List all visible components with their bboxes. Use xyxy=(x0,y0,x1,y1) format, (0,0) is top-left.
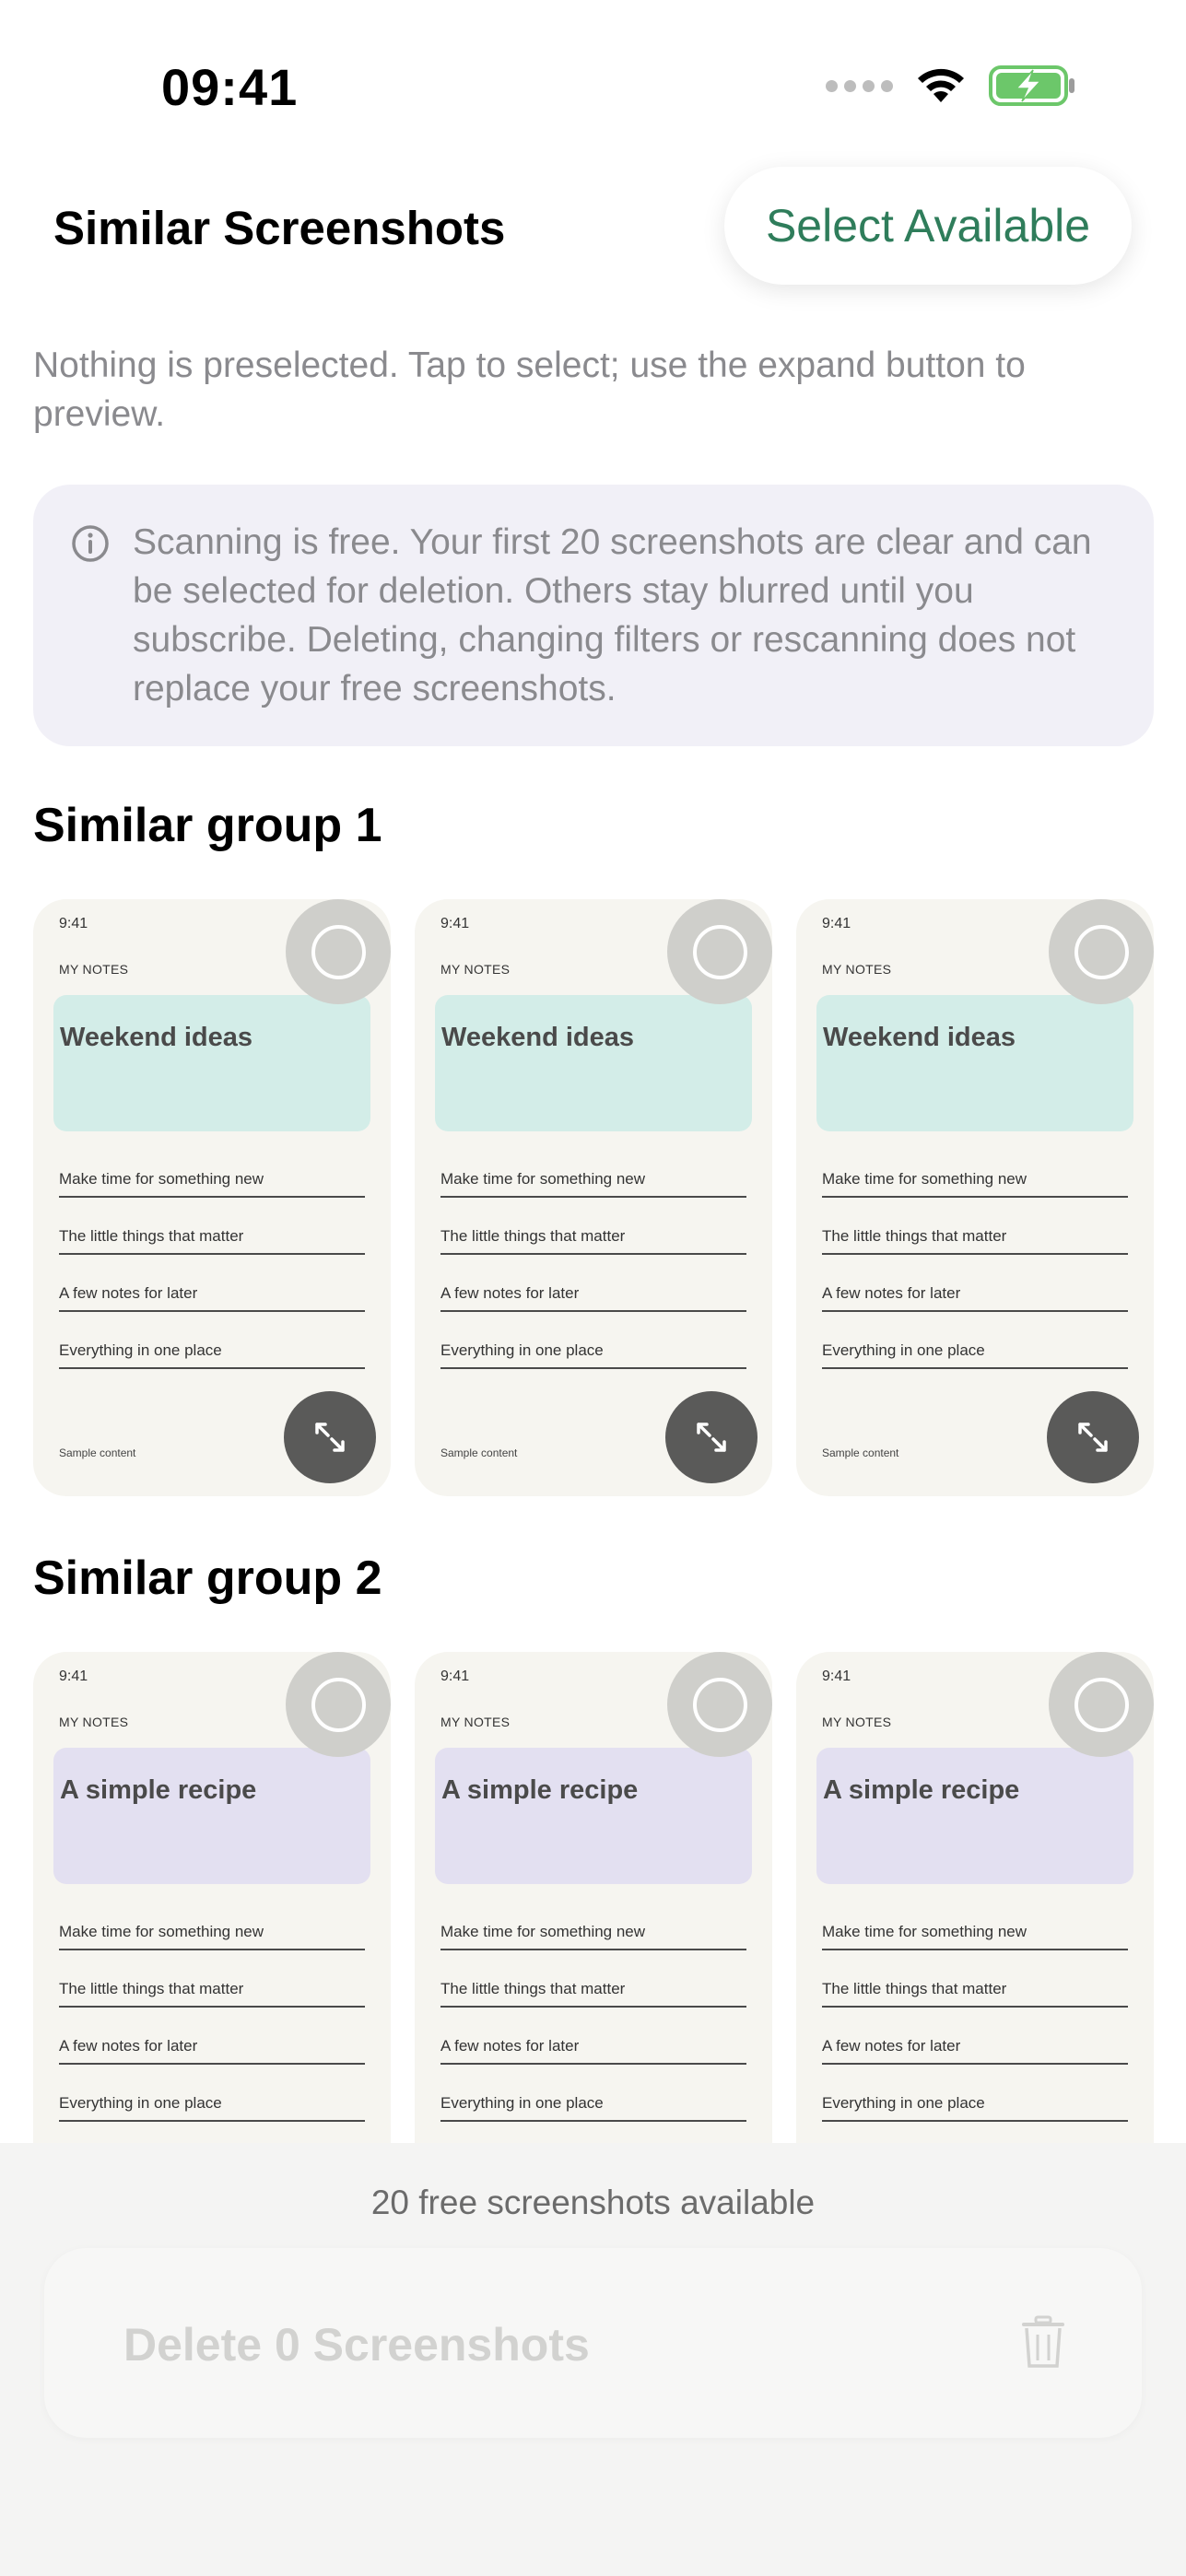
expand-icon xyxy=(315,1423,345,1452)
thumb-hero-block: Weekend ideas xyxy=(816,995,1133,1131)
screenshot-thumbnail[interactable]: 9:41 MY NOTES A simple recipe Make time f… xyxy=(33,1652,391,2149)
screenshot-thumbnail[interactable]: 9:41 MY NOTES A simple recipe Make time f… xyxy=(415,1652,772,2149)
selection-circle-icon[interactable] xyxy=(1049,899,1154,1004)
expand-icon xyxy=(697,1423,726,1452)
screenshot-thumbnail[interactable]: 9:41 MY NOTES Weekend ideas Make time for… xyxy=(415,899,772,1496)
thumb-time: 9:41 xyxy=(59,1669,88,1684)
thumb-footer: Sample content xyxy=(59,1446,136,1459)
thumb-time: 9:41 xyxy=(822,1669,851,1684)
expand-preview-button[interactable] xyxy=(665,1391,757,1483)
thumb-line: The little things that matter xyxy=(440,1973,746,2008)
thumb-line: Make time for something new xyxy=(440,1915,746,1950)
thumb-line: Everything in one place xyxy=(822,2087,1128,2122)
status-icons xyxy=(826,64,1077,107)
thumb-line: Everything in one place xyxy=(440,1334,746,1369)
bottom-action-bar: 20 free screenshots available Delete 0 S… xyxy=(0,2143,1186,2576)
thumb-line: Make time for something new xyxy=(822,1915,1128,1950)
thumb-heading: A simple recipe xyxy=(441,1775,639,1805)
info-text: Scanning is free. Your first 20 screensh… xyxy=(133,522,1092,708)
group-title: Similar group 2 xyxy=(33,1551,382,1605)
expand-preview-button[interactable] xyxy=(284,1391,376,1483)
thumb-line: Everything in one place xyxy=(822,1334,1128,1369)
thumb-heading: A simple recipe xyxy=(823,1775,1020,1805)
thumb-hero-block: A simple recipe xyxy=(435,1748,752,1884)
similar-screenshots-screen: 09:41 Similar Screenshots Select Availab… xyxy=(0,0,1186,2576)
cellular-signal-icon xyxy=(826,79,893,92)
thumb-line: Everything in one place xyxy=(59,2087,365,2122)
thumb-label: MY NOTES xyxy=(440,1715,511,1729)
thumb-line: A few notes for later xyxy=(440,2030,746,2065)
thumb-line: A few notes for later xyxy=(822,1277,1128,1312)
thumb-label: MY NOTES xyxy=(822,1715,892,1729)
thumb-line: Make time for something new xyxy=(59,1163,365,1198)
thumb-hero-block: A simple recipe xyxy=(816,1748,1133,1884)
select-available-button[interactable]: Select Available xyxy=(724,167,1132,285)
thumb-label: MY NOTES xyxy=(440,962,511,977)
thumb-line: Make time for something new xyxy=(59,1915,365,1950)
thumb-heading: Weekend ideas xyxy=(823,1023,1016,1052)
thumb-line: Everything in one place xyxy=(440,2087,746,2122)
thumb-time: 9:41 xyxy=(440,1669,470,1684)
info-banner: Scanning is free. Your first 20 screensh… xyxy=(33,485,1154,746)
selection-hint: Nothing is preselected. Tap to select; u… xyxy=(33,345,1026,434)
status-time: 09:41 xyxy=(161,58,299,116)
thumb-footer: Sample content xyxy=(822,1446,899,1459)
thumb-line: A few notes for later xyxy=(822,2030,1128,2065)
thumb-footer: Sample content xyxy=(440,1446,518,1459)
selection-circle-icon[interactable] xyxy=(1049,1652,1154,1757)
delete-button-label: Delete 0 Screenshots xyxy=(123,2319,590,2371)
selection-circle-icon[interactable] xyxy=(286,899,391,1004)
thumb-hero-block: Weekend ideas xyxy=(435,995,752,1131)
thumb-line: The little things that matter xyxy=(822,1973,1128,2008)
thumb-label: MY NOTES xyxy=(59,962,129,977)
thumb-time: 9:41 xyxy=(822,916,851,931)
thumb-line: A few notes for later xyxy=(59,1277,365,1312)
thumb-line: Make time for something new xyxy=(440,1163,746,1198)
thumb-line: The little things that matter xyxy=(822,1220,1128,1255)
thumb-hero-block: A simple recipe xyxy=(53,1748,370,1884)
selection-circle-icon[interactable] xyxy=(286,1652,391,1757)
thumb-line: The little things that matter xyxy=(59,1973,365,2008)
expand-preview-button[interactable] xyxy=(1047,1391,1139,1483)
thumb-heading: Weekend ideas xyxy=(60,1023,253,1052)
selection-circle-icon[interactable] xyxy=(667,899,772,1004)
thumb-line: Everything in one place xyxy=(59,1334,365,1369)
wifi-icon xyxy=(918,68,964,102)
thumb-heading: A simple recipe xyxy=(60,1775,257,1805)
thumb-line: The little things that matter xyxy=(59,1220,365,1255)
trash-icon xyxy=(1022,2315,1064,2368)
battery-charging-icon xyxy=(989,65,1074,106)
screenshot-thumbnail[interactable]: 9:41 MY NOTES A simple recipe Make time f… xyxy=(796,1652,1154,2149)
delete-screenshots-button[interactable]: Delete 0 Screenshots xyxy=(44,2248,1142,2438)
thumb-heading: Weekend ideas xyxy=(441,1023,635,1052)
thumb-label: MY NOTES xyxy=(822,962,892,977)
free-count-text: 20 free screenshots available xyxy=(370,2184,816,2221)
screenshot-thumbnail[interactable]: 9:41 MY NOTES Weekend ideas Make time for… xyxy=(33,899,391,1496)
thumb-line: A few notes for later xyxy=(440,1277,746,1312)
thumb-line: A few notes for later xyxy=(59,2030,365,2065)
thumb-time: 9:41 xyxy=(59,916,88,931)
thumb-time: 9:41 xyxy=(440,916,470,931)
thumb-line: The little things that matter xyxy=(440,1220,746,1255)
thumb-hero-block: Weekend ideas xyxy=(53,995,370,1131)
info-icon xyxy=(72,525,109,562)
thumb-line: Make time for something new xyxy=(822,1163,1128,1198)
expand-icon xyxy=(1078,1423,1108,1452)
thumb-label: MY NOTES xyxy=(59,1715,129,1729)
page-title: Similar Screenshots xyxy=(53,202,506,254)
screenshot-thumbnail[interactable]: 9:41 MY NOTES Weekend ideas Make time for… xyxy=(796,899,1154,1496)
selection-circle-icon[interactable] xyxy=(667,1652,772,1757)
group-title: Similar group 1 xyxy=(33,799,382,852)
